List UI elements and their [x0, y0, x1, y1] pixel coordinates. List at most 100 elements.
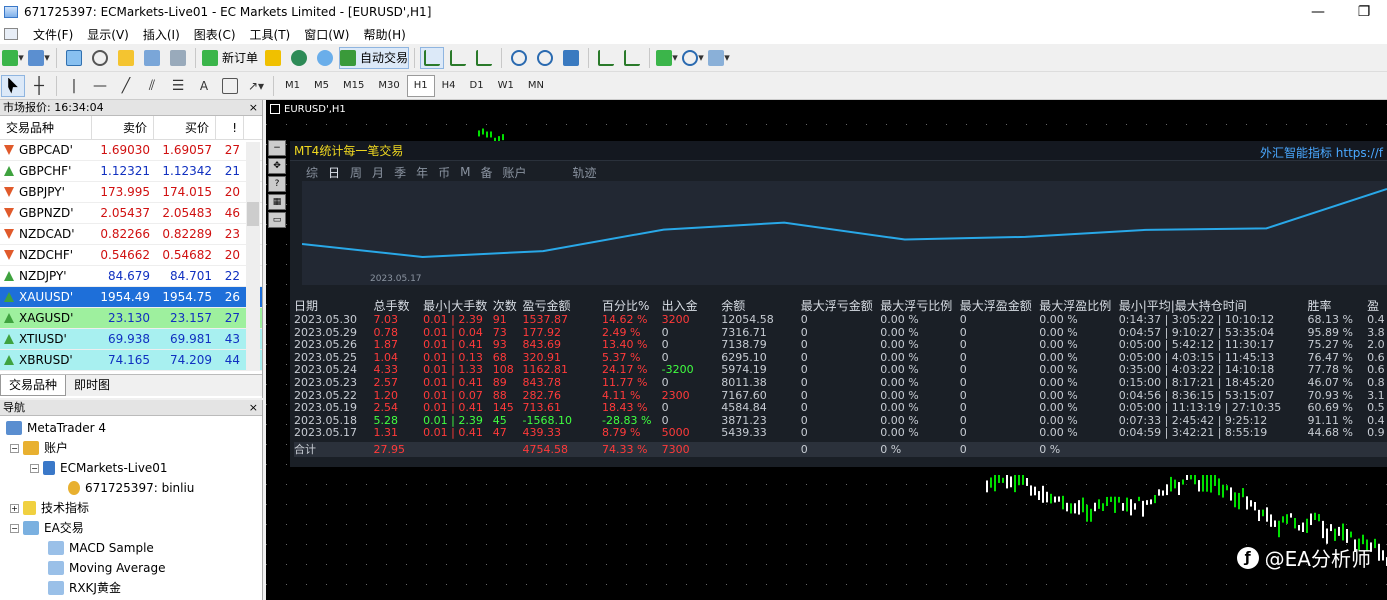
stats-tab[interactable]: 年	[416, 164, 428, 181]
close-icon[interactable]: ×	[249, 400, 258, 416]
help-icon[interactable]: ?	[268, 176, 286, 192]
channel-button[interactable]: ⫽	[140, 75, 164, 97]
close-icon[interactable]: ×	[249, 100, 258, 116]
market-watch-row[interactable]: XBRUSD' 74.165 74.209 44	[0, 350, 262, 371]
stats-tab[interactable]: 日	[328, 164, 340, 181]
autoscroll-button[interactable]	[620, 47, 644, 69]
new-order-button[interactable]: 新订单	[201, 47, 259, 69]
templates-button[interactable]: ▾	[707, 47, 731, 69]
tester-button[interactable]	[166, 47, 190, 69]
market-watch-row[interactable]: XAUUSD' 1954.49 1954.75 26	[0, 287, 262, 308]
stats-column-header[interactable]: 总手数	[373, 298, 423, 314]
new-chart-button[interactable]: ▾	[1, 47, 25, 69]
horizontal-line-button[interactable]: —	[88, 75, 112, 97]
candlestick-button[interactable]	[446, 47, 470, 69]
collapse-icon[interactable]: −	[10, 443, 19, 453]
column-spread[interactable]: !	[216, 116, 244, 139]
crosshair-button[interactable]: ┼	[27, 75, 51, 97]
periods-button[interactable]: ▾	[681, 47, 705, 69]
stats-tab[interactable]: 综	[306, 164, 318, 181]
stats-column-header[interactable]: 日期	[294, 298, 373, 314]
arrows-button[interactable]: ↗▾	[244, 75, 268, 97]
nav-accounts[interactable]: − 账户	[10, 438, 68, 458]
timeframe-w1[interactable]: W1	[491, 75, 521, 97]
trendline-button[interactable]: ╱	[114, 75, 138, 97]
nav-indicators[interactable]: + 技术指标	[10, 498, 89, 518]
label-button[interactable]	[218, 75, 242, 97]
market-watch-row[interactable]: NZDJPY' 84.679 84.701 22	[0, 266, 262, 287]
scrollbar-thumb[interactable]	[247, 202, 259, 226]
stats-tab[interactable]: 账户	[502, 164, 526, 181]
zoom-out-button[interactable]	[533, 47, 557, 69]
stats-column-header[interactable]: 出入金	[662, 298, 722, 314]
tab-symbols[interactable]: 交易品种	[0, 375, 67, 396]
timeframe-m5[interactable]: M5	[307, 75, 336, 97]
market-watch-row[interactable]: XTIUSD' 69.938 69.981 43	[0, 329, 262, 350]
stats-column-header[interactable]: 最大浮盈金额	[960, 298, 1039, 314]
stats-column-header[interactable]: 盈亏金额	[523, 298, 602, 314]
zoom-in-button[interactable]	[507, 47, 531, 69]
stats-column-header[interactable]: 最小|平均|最大持仓时间	[1119, 298, 1308, 314]
market-watch-row[interactable]: GBPCHF' 1.12321 1.12342 21	[0, 161, 262, 182]
menu-insert[interactable]: 插入(I)	[136, 26, 187, 43]
menu-file[interactable]: 文件(F)	[26, 26, 80, 43]
bar-chart-button[interactable]	[420, 46, 445, 69]
stats-tab[interactable]: 轨迹	[573, 164, 597, 181]
timeframe-d1[interactable]: D1	[463, 75, 491, 97]
market-watch-scrollbar[interactable]	[246, 142, 260, 370]
grid-icon[interactable]: ▦	[268, 194, 286, 210]
restore-button[interactable]: ❐	[1341, 0, 1387, 24]
stats-brand[interactable]: 外汇智能指标 https://f	[1260, 144, 1383, 161]
column-symbol[interactable]: 交易品种	[0, 116, 92, 139]
menu-help[interactable]: 帮助(H)	[356, 26, 412, 43]
chart-shift-button[interactable]	[594, 47, 618, 69]
tab-tick-chart[interactable]: 即时图	[66, 375, 118, 396]
data-window-button[interactable]	[88, 47, 112, 69]
menu-window[interactable]: 窗口(W)	[297, 26, 356, 43]
profiles-button[interactable]: ▾	[27, 47, 51, 69]
navigator-button[interactable]	[114, 47, 138, 69]
collapse-icon[interactable]: −	[30, 463, 39, 473]
market-watch-row[interactable]: GBPNZD' 2.05437 2.05483 46	[0, 203, 262, 224]
market-watch-row[interactable]: XAGUSD' 23.130 23.157 27	[0, 308, 262, 329]
nav-ea-moving-average[interactable]: Moving Average	[48, 558, 165, 578]
stats-column-header[interactable]: 次数	[493, 298, 523, 314]
timeframe-m30[interactable]: M30	[371, 75, 406, 97]
stats-column-header[interactable]: 最大浮亏金额	[801, 298, 880, 314]
nav-metatrader[interactable]: MetaTrader 4	[6, 418, 106, 438]
menu-tools[interactable]: 工具(T)	[243, 26, 298, 43]
column-bid[interactable]: 卖价	[92, 116, 154, 139]
nav-expert-advisors[interactable]: − EA交易	[10, 518, 84, 538]
stats-tab[interactable]: M	[460, 165, 470, 179]
stats-column-header[interactable]: 最大浮盈比例	[1039, 298, 1118, 314]
expand-icon[interactable]: +	[10, 503, 19, 513]
minimize-panel-button[interactable]: −	[268, 140, 286, 156]
stats-column-header[interactable]: 盈	[1367, 298, 1387, 314]
indicators-button[interactable]: ▾	[655, 47, 679, 69]
menu-charts[interactable]: 图表(C)	[187, 26, 243, 43]
market-watch-row[interactable]: NZDCHF' 0.54662 0.54682 20	[0, 245, 262, 266]
timeframe-h1[interactable]: H1	[406, 74, 435, 97]
metaeditor-button[interactable]	[261, 47, 285, 69]
stats-tab[interactable]: 币	[438, 164, 450, 181]
stats-column-header[interactable]: 余额	[721, 298, 800, 314]
stats-tab[interactable]: 季	[394, 164, 406, 181]
stats-tab[interactable]: 月	[372, 164, 384, 181]
nav-account-user[interactable]: 671725397: binliu	[68, 478, 194, 498]
move-icon[interactable]: ✥	[268, 158, 286, 174]
nav-server[interactable]: − ECMarkets-Live01	[30, 458, 168, 478]
timeframe-m1[interactable]: M1	[278, 75, 307, 97]
market-watch-button[interactable]	[62, 47, 86, 69]
stats-column-header[interactable]: 胜率	[1307, 298, 1367, 314]
stats-tab[interactable]: 备	[480, 164, 492, 181]
text-button[interactable]: A	[192, 75, 216, 97]
line-chart-button[interactable]	[472, 47, 496, 69]
auto-trading-button[interactable]: 自动交易	[339, 46, 410, 69]
stats-column-header[interactable]: 最小|大手数	[423, 298, 493, 314]
fibonacci-button[interactable]: ☰	[166, 75, 190, 97]
stats-tab[interactable]: 周	[350, 164, 362, 181]
nav-ea-rxkj[interactable]: RXKJ黄金	[48, 578, 121, 598]
stats-column-header[interactable]: 百分比%	[602, 298, 662, 314]
vertical-line-button[interactable]: |	[62, 75, 86, 97]
signals-button[interactable]	[287, 47, 311, 69]
